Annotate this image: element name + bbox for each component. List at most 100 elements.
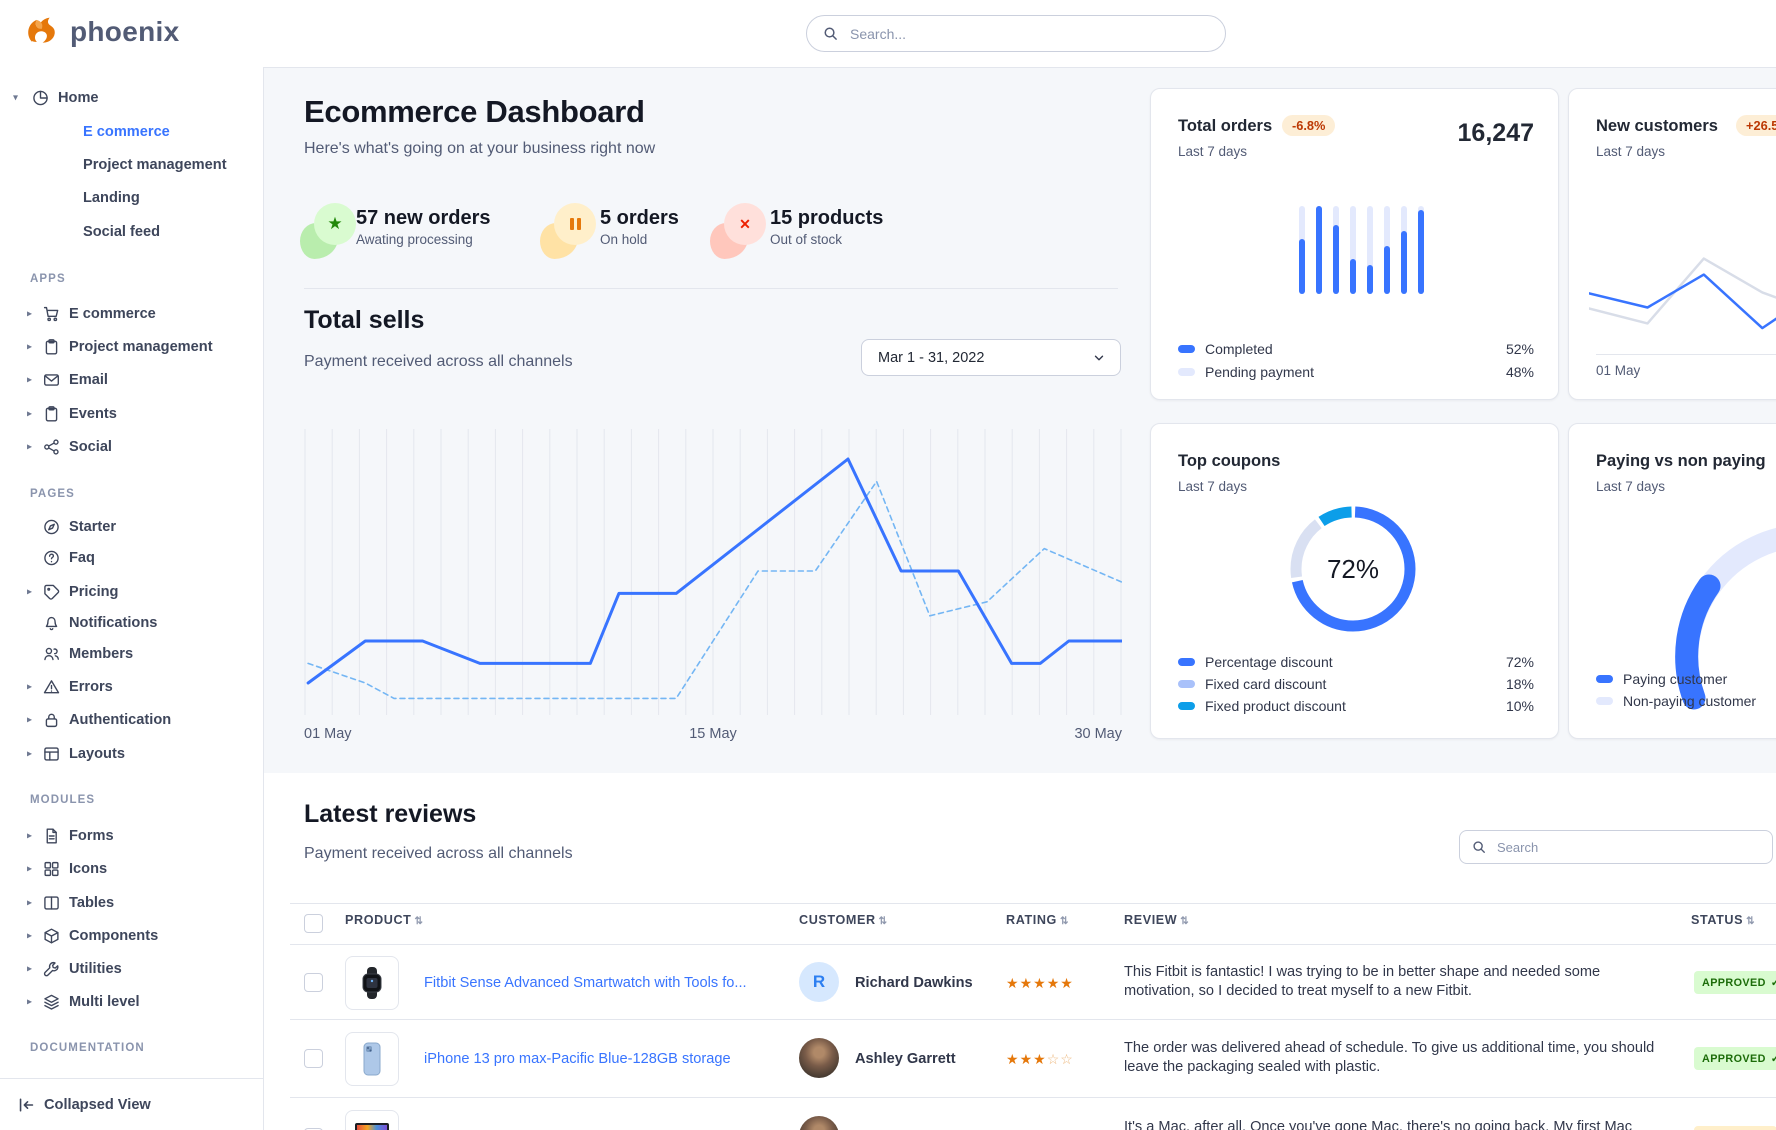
imac-image [352, 1119, 392, 1130]
sidebar-section-documentation: DOCUMENTATION [30, 1042, 145, 1054]
sidebar-item-label: Project management [83, 157, 227, 173]
global-search[interactable] [806, 15, 1226, 52]
card-title: Top coupons [1178, 452, 1280, 471]
brand-logo[interactable]: phoenix [24, 14, 179, 50]
global-search-input[interactable] [848, 25, 1209, 43]
column-header-review[interactable]: REVIEW⇅ [1124, 913, 1189, 927]
sort-icon: ⇅ [1746, 916, 1755, 927]
x-tick: 15 May [689, 726, 737, 742]
row-checkbox[interactable] [304, 1049, 323, 1068]
caret-right-icon: ▸ [27, 997, 32, 1008]
sidebar-item-members[interactable]: Members [0, 639, 263, 669]
sidebar-item-authentication[interactable]: ▸ Authentication [0, 705, 263, 735]
sidebar: ▾ Home E commerce Project management Lan… [0, 67, 264, 1130]
product-image-iphone[interactable] [345, 1032, 399, 1086]
bell-icon [43, 615, 60, 632]
table-border [290, 1019, 1776, 1020]
caret-right-icon: ▸ [27, 309, 32, 320]
product-link[interactable]: Fitbit Sense Advanced Smartwatch with To… [424, 975, 747, 991]
file-text-icon [43, 828, 60, 845]
total-sells-chart[interactable] [304, 423, 1122, 723]
sidebar-item-starter[interactable]: Starter [0, 512, 263, 542]
rating-stars: ★★★☆☆ [1006, 1051, 1074, 1068]
caret-right-icon: ▸ [27, 375, 32, 386]
package-icon [43, 928, 60, 945]
sidebar-item-notifications[interactable]: Notifications [0, 608, 263, 638]
sidebar-item-label: Utilities [69, 961, 122, 977]
bar [1333, 206, 1339, 294]
sidebar-item-label: Faq [69, 550, 95, 566]
customer-name[interactable]: Richard Dawkins [855, 975, 973, 991]
new-customers-line-chart [1589, 244, 1776, 354]
caret-right-icon: ▸ [27, 715, 32, 726]
clipboard-icon [43, 339, 60, 356]
legend-row: Pending payment [1178, 364, 1314, 380]
sidebar-item-ecommerce[interactable]: E commerce [0, 117, 263, 147]
review-text: It's a Mac, after all. Once you've gone … [1124, 1118, 1669, 1130]
column-header-product[interactable]: PRODUCT⇅ [345, 913, 423, 927]
review-text: The order was delivered ahead of schedul… [1124, 1039, 1669, 1077]
sidebar-item-icons[interactable]: ▸ Icons [0, 854, 263, 884]
sidebar-item-label: Events [69, 406, 117, 422]
collapsed-view-toggle[interactable]: Collapsed View [0, 1078, 263, 1130]
sidebar-item-forms[interactable]: ▸ Forms [0, 821, 263, 851]
sidebar-item-social-feed[interactable]: Social feed [0, 217, 263, 247]
product-image-smartwatch[interactable] [345, 956, 399, 1010]
sidebar-item-label: Starter [69, 519, 116, 535]
sidebar-item-events[interactable]: ▸ Events [0, 399, 263, 429]
column-header-status[interactable]: STATUS⇅ [1691, 913, 1755, 927]
sidebar-item-label: E commerce [69, 306, 156, 322]
reviews-search-input[interactable] [1495, 839, 1760, 856]
rating-stars: ★★★★★ [1006, 975, 1074, 992]
reviews-search[interactable] [1459, 830, 1773, 864]
stat-icon-out-of-stock: ✕ [710, 203, 766, 259]
legend-label: Pending payment [1205, 364, 1314, 380]
sidebar-item-landing[interactable]: Landing [0, 183, 263, 213]
legend-row: Paying customer [1596, 671, 1727, 687]
legend-label: Completed [1205, 341, 1273, 357]
sidebar-section-apps: APPS [30, 273, 66, 285]
row-checkbox[interactable] [304, 973, 323, 992]
card-title: Total orders [1178, 117, 1272, 136]
sidebar-item-layouts[interactable]: ▸ Layouts [0, 739, 263, 769]
product-link[interactable]: iPhone 13 pro max-Pacific Blue-128GB sto… [424, 1051, 731, 1067]
total-sells-subtitle: Payment received across all channels [304, 353, 573, 371]
column-header-customer[interactable]: CUSTOMER⇅ [799, 913, 888, 927]
sidebar-item-utilities[interactable]: ▸ Utilities [0, 954, 263, 984]
star-filled-icon: ★ [1047, 975, 1061, 991]
total-orders-bar-chart [1299, 206, 1424, 294]
select-all-checkbox[interactable] [304, 914, 323, 933]
sidebar-item-social[interactable]: ▸ Social [0, 432, 263, 462]
page-subtitle: Here's what's going on at your business … [304, 140, 655, 158]
sidebar-item-label: Notifications [69, 615, 157, 631]
sidebar-item-project-management[interactable]: Project management [0, 150, 263, 180]
tag-icon [43, 584, 60, 601]
date-range-select[interactable]: Mar 1 - 31, 2022 [861, 339, 1121, 376]
card-paying-vs-non-paying: Paying vs non paying Last 7 days Paying … [1568, 423, 1776, 739]
sidebar-item-project-management-app[interactable]: ▸ Project management [0, 332, 263, 362]
product-image-imac[interactable] [345, 1110, 399, 1130]
sidebar-item-pricing[interactable]: ▸ Pricing [0, 577, 263, 607]
sidebar-item-tables[interactable]: ▸ Tables [0, 888, 263, 918]
customer-name[interactable]: Ashley Garrett [855, 1051, 956, 1067]
legend-swatch [1178, 368, 1195, 376]
pie-chart-icon [32, 90, 49, 107]
sidebar-item-components[interactable]: ▸ Components [0, 921, 263, 951]
sidebar-item-home[interactable]: ▾ Home [0, 83, 263, 113]
sidebar-item-label: Landing [83, 190, 140, 206]
change-badge: +26.5% [1736, 115, 1776, 136]
sidebar-item-faq[interactable]: Faq [0, 543, 263, 573]
sidebar-item-multi-level[interactable]: ▸ Multi level [0, 987, 263, 1017]
sidebar-item-email[interactable]: ▸ Email [0, 365, 263, 395]
legend-swatch [1178, 345, 1195, 353]
star-filled-icon: ★ [1006, 975, 1020, 991]
layers-icon [43, 994, 60, 1011]
sidebar-item-ecommerce-app[interactable]: ▸ E commerce [0, 299, 263, 329]
legend-label: Percentage discount [1205, 654, 1333, 670]
x-tick: 30 May [1074, 726, 1122, 742]
column-header-rating[interactable]: RATING⇅ [1006, 913, 1069, 927]
sidebar-item-errors[interactable]: ▸ Errors [0, 672, 263, 702]
legend-label: Fixed product discount [1205, 698, 1346, 714]
caret-right-icon: ▸ [27, 864, 32, 875]
total-sells-title: Total sells [304, 306, 424, 335]
